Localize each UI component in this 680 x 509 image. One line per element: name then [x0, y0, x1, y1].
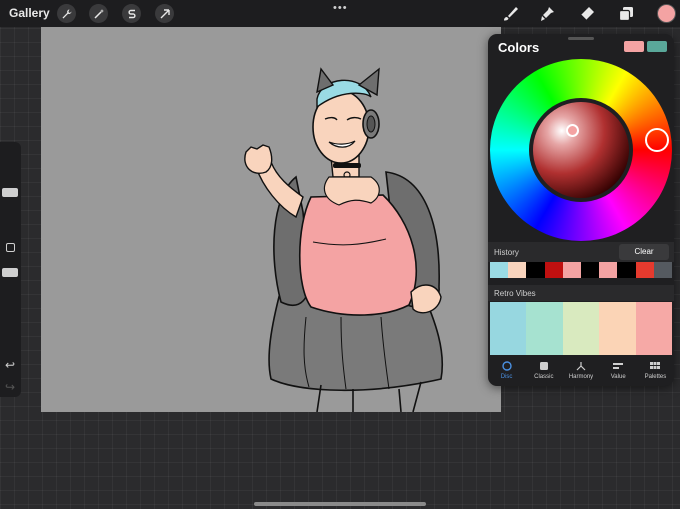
palette-swatches — [490, 302, 673, 355]
modify-button[interactable] — [6, 243, 15, 252]
actions-button[interactable] — [57, 4, 76, 23]
palette-swatch[interactable] — [599, 302, 636, 355]
smudge-tool[interactable] — [537, 4, 557, 24]
layers-button[interactable] — [616, 4, 636, 24]
more-options-button[interactable]: ••• — [333, 2, 348, 14]
color-mode-tabs: Disc Classic Harmony Value Palettes — [488, 356, 674, 386]
history-swatch[interactable] — [653, 262, 673, 278]
top-toolbar: Gallery ••• — [0, 0, 680, 27]
history-swatches — [490, 262, 673, 278]
brush-tool[interactable] — [500, 4, 520, 24]
tab-disc[interactable]: Disc — [488, 356, 525, 386]
home-indicator[interactable] — [254, 502, 426, 506]
magic-wand-icon — [93, 8, 104, 19]
history-swatch[interactable] — [526, 262, 545, 278]
palette-name: Retro Vibes — [494, 289, 536, 298]
selection-button[interactable] — [122, 4, 141, 23]
harmony-icon — [576, 362, 586, 371]
smudge-icon — [541, 7, 554, 21]
tab-label: Classic — [534, 374, 554, 380]
history-swatch[interactable] — [581, 262, 600, 278]
history-swatch[interactable] — [599, 262, 618, 278]
active-color-button[interactable] — [657, 4, 676, 23]
saturation-brightness-disc[interactable] — [533, 102, 629, 198]
history-label: History — [494, 248, 519, 257]
opacity-handle[interactable] — [2, 268, 18, 277]
colors-panel: Colors History Clear Retro Vibes Disc Cla… — [488, 34, 674, 386]
history-swatch[interactable] — [508, 262, 527, 278]
left-sidebar: ↩ ↪ — [0, 142, 21, 397]
classic-square-icon — [539, 362, 548, 370]
brush-size-slider[interactable] — [0, 147, 21, 227]
palette-swatch[interactable] — [562, 302, 600, 355]
history-swatch[interactable] — [490, 262, 509, 278]
palette-swatch[interactable] — [526, 302, 563, 355]
eraser-tool[interactable] — [577, 4, 597, 24]
layers-icon — [618, 7, 633, 22]
hue-knob[interactable] — [645, 128, 669, 152]
secondary-color-swatch[interactable] — [647, 41, 667, 52]
brush-icon — [504, 7, 518, 21]
history-swatch[interactable] — [562, 262, 582, 278]
tab-harmony[interactable]: Harmony — [562, 356, 599, 386]
history-header: History Clear — [488, 242, 674, 262]
tab-label: Harmony — [568, 374, 594, 380]
tab-label: Disc — [500, 374, 513, 380]
opacity-slider[interactable] — [0, 260, 21, 340]
disc-icon — [501, 361, 512, 371]
history-swatch[interactable] — [544, 262, 563, 278]
palette-swatch[interactable] — [635, 302, 673, 355]
undo-button[interactable]: ↩ — [5, 358, 15, 372]
tab-value[interactable]: Value — [600, 356, 637, 386]
redo-button[interactable]: ↪ — [5, 380, 15, 394]
colors-panel-title: Colors — [498, 40, 540, 55]
tab-label: Palettes — [644, 374, 667, 380]
tab-palettes[interactable]: Palettes — [637, 356, 674, 386]
adjustments-button[interactable] — [89, 4, 108, 23]
primary-color-swatch[interactable] — [624, 41, 644, 52]
tab-label: Value — [610, 374, 626, 380]
character-artwork — [244, 67, 444, 412]
eraser-icon — [580, 7, 594, 21]
gallery-button[interactable]: Gallery — [9, 6, 50, 20]
history-swatch[interactable] — [635, 262, 654, 278]
wrench-icon — [62, 9, 71, 18]
history-swatch[interactable] — [617, 262, 636, 278]
panel-grip-handle[interactable] — [568, 37, 594, 40]
arrow-cursor-icon — [160, 8, 170, 18]
drawing-canvas[interactable] — [41, 27, 501, 412]
palettes-grid-icon — [650, 362, 661, 369]
palette-swatch[interactable] — [490, 302, 527, 355]
saturation-knob[interactable] — [566, 124, 579, 137]
selection-s-icon — [127, 9, 136, 18]
brush-size-handle[interactable] — [2, 188, 18, 197]
color-disc[interactable] — [490, 59, 672, 241]
clear-history-button[interactable]: Clear — [619, 244, 669, 260]
palette-header: Retro Vibes — [488, 285, 674, 301]
tab-classic[interactable]: Classic — [525, 356, 562, 386]
transform-button[interactable] — [155, 4, 174, 23]
value-sliders-icon — [613, 363, 624, 369]
